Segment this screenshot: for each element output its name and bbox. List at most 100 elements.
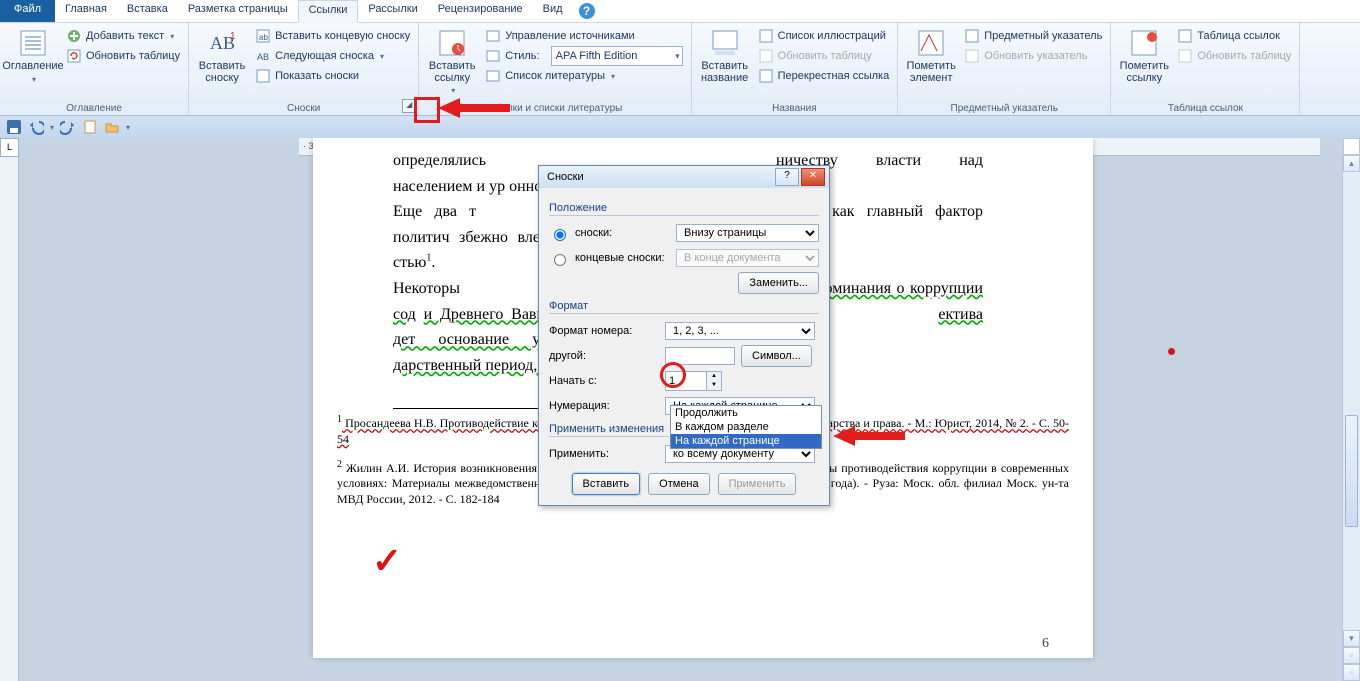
update-toa-button[interactable]: Обновить таблицу <box>1175 47 1293 65</box>
tab-file[interactable]: Файл <box>0 0 55 22</box>
group-toc: Оглавление Добавить текст Обновить табли… <box>0 23 189 115</box>
save-icon[interactable] <box>6 119 22 135</box>
numbering-dropdown-list[interactable]: Продолжить В каждом разделе На каждой ст… <box>670 405 822 449</box>
tab-review[interactable]: Рецензирование <box>428 0 533 22</box>
biblio-icon <box>485 68 501 84</box>
insert-index-button[interactable]: Предметный указатель <box>962 27 1104 45</box>
radio-footnotes[interactable] <box>554 229 566 241</box>
endnote-icon: ab <box>255 28 271 44</box>
start-at-spinner[interactable]: ▲▼ <box>665 371 722 391</box>
group-citations-label: Ссылки и списки литературы <box>425 102 684 115</box>
group-toc-label: Оглавление <box>6 102 182 115</box>
dialog-title: Сноски <box>543 171 773 183</box>
insert-citation-button[interactable]: Вставить ссылку <box>425 25 479 102</box>
dialog-titlebar[interactable]: Сноски ? ✕ <box>539 166 829 188</box>
custom-mark-input[interactable] <box>665 347 735 365</box>
tab-mailings[interactable]: Рассылки <box>358 0 427 22</box>
toc-button[interactable]: Оглавление <box>6 25 60 102</box>
footnotes-launcher[interactable]: ◢ <box>402 99 416 113</box>
footnote-icon: AB1 <box>206 27 238 59</box>
insert-endnote-button[interactable]: abВставить концевую сноску <box>253 27 412 45</box>
undo-icon[interactable] <box>28 119 44 135</box>
mark-entry-button[interactable]: Пометить элемент <box>904 25 958 102</box>
menu-bar: Файл Главная Вставка Разметка страницы С… <box>0 0 1360 23</box>
convert-button[interactable]: Заменить... <box>738 272 819 294</box>
citation-icon <box>436 27 468 59</box>
toc-icon <box>17 27 49 59</box>
opt-continue[interactable]: Продолжить <box>671 406 821 420</box>
style-combo[interactable]: APA Fifth Edition <box>551 46 683 66</box>
mark-citation-label: Пометить ссылку <box>1117 61 1171 84</box>
add-text-button[interactable]: Добавить текст <box>64 27 182 45</box>
plus-icon <box>66 28 82 44</box>
toc-label: Оглавление <box>2 61 63 73</box>
undo-dd[interactable]: ▾ <box>50 123 54 132</box>
spin-down-icon[interactable]: ▼ <box>707 381 721 390</box>
ruler-toggle[interactable] <box>1343 138 1360 155</box>
update-index-button[interactable]: Обновить указатель <box>962 47 1104 65</box>
insert-toa-button[interactable]: Таблица ссылок <box>1175 27 1293 45</box>
insert-citation-label: Вставить ссылку <box>425 61 479 84</box>
tab-pagelayout[interactable]: Разметка страницы <box>178 0 298 22</box>
scroll-up-icon[interactable]: ▲ <box>1343 155 1360 172</box>
list-figures-button[interactable]: Список иллюстраций <box>756 27 892 45</box>
cross-ref-button[interactable]: Перекрестная ссылка <box>756 67 892 85</box>
help-icon[interactable]: ? <box>579 3 595 19</box>
opt-each-section[interactable]: В каждом разделе <box>671 420 821 434</box>
scroll-thumb[interactable] <box>1345 415 1358 527</box>
footnotes-dialog: Сноски ? ✕ Положение сноски: Внизу стран… <box>538 165 830 506</box>
spin-up-icon[interactable]: ▲ <box>707 372 721 381</box>
scroll-down-icon[interactable]: ▼ <box>1343 630 1360 647</box>
svg-text:ab: ab <box>259 33 268 42</box>
insert-caption-label: Вставить название <box>698 61 752 84</box>
group-index: Пометить элемент Предметный указатель Об… <box>898 23 1111 115</box>
apply-button: Применить <box>718 473 797 495</box>
vertical-scrollbar[interactable]: ▲ ▼ ◦ ◦ <box>1342 155 1360 681</box>
quick-access-toolbar: ▾ ▾ <box>0 116 1360 139</box>
next-icon: AB <box>255 48 271 64</box>
next-page-icon[interactable]: ◦ <box>1343 664 1360 681</box>
symbol-button[interactable]: Символ... <box>741 345 812 367</box>
tab-view[interactable]: Вид <box>533 0 573 22</box>
mark-icon <box>915 27 947 59</box>
insert-button[interactable]: Вставить <box>572 473 641 495</box>
tab-selector[interactable]: L <box>0 138 19 157</box>
label-footnotes: сноски: <box>575 227 670 239</box>
mark-citation-button[interactable]: Пометить ссылку <box>1117 25 1171 102</box>
opt-each-page[interactable]: На каждой странице <box>671 434 821 448</box>
svg-text:AB: AB <box>257 52 269 62</box>
cancel-button[interactable]: Отмена <box>648 473 709 495</box>
footnote-location-select[interactable]: Внизу страницы <box>676 224 819 242</box>
bibliography-button[interactable]: Список литературы <box>483 67 684 85</box>
vertical-ruler: L <box>0 138 19 681</box>
qat-dd[interactable]: ▾ <box>126 123 130 132</box>
update-toc-button[interactable]: Обновить таблицу <box>64 47 182 65</box>
refresh-icon <box>964 48 980 64</box>
show-notes-button[interactable]: Показать сноски <box>253 67 412 85</box>
label-apply-to: Применить: <box>549 448 659 460</box>
tab-references[interactable]: Ссылки <box>298 0 359 23</box>
update-captions-button[interactable]: Обновить таблицу <box>756 47 892 65</box>
label-endnotes: концевые сноски: <box>575 252 670 264</box>
insert-footnote-button[interactable]: AB1 Вставить сноску <box>195 25 249 102</box>
next-footnote-button[interactable]: ABСледующая сноска <box>253 47 412 65</box>
group-citations: Вставить ссылку Управление источниками С… <box>419 23 691 115</box>
new-icon[interactable] <box>82 119 98 135</box>
refresh-icon <box>758 48 774 64</box>
manage-sources-button[interactable]: Управление источниками <box>483 27 684 45</box>
start-at-input[interactable] <box>666 372 706 390</box>
insert-caption-button[interactable]: Вставить название <box>698 25 752 102</box>
section-format: Формат <box>549 300 819 314</box>
index-icon <box>964 28 980 44</box>
number-format-select[interactable]: 1, 2, 3, ... <box>665 322 815 340</box>
help-button[interactable]: ? <box>775 168 799 186</box>
tab-insert[interactable]: Вставка <box>117 0 178 22</box>
radio-endnotes[interactable] <box>554 254 566 266</box>
prev-page-icon[interactable]: ◦ <box>1343 647 1360 664</box>
open-icon[interactable] <box>104 119 120 135</box>
redo-icon[interactable] <box>60 119 76 135</box>
close-button[interactable]: ✕ <box>801 168 825 186</box>
style-row: Стиль: APA Fifth Edition <box>483 47 684 65</box>
tab-home[interactable]: Главная <box>55 0 117 22</box>
endnote-location-select: В конце документа <box>676 249 819 267</box>
